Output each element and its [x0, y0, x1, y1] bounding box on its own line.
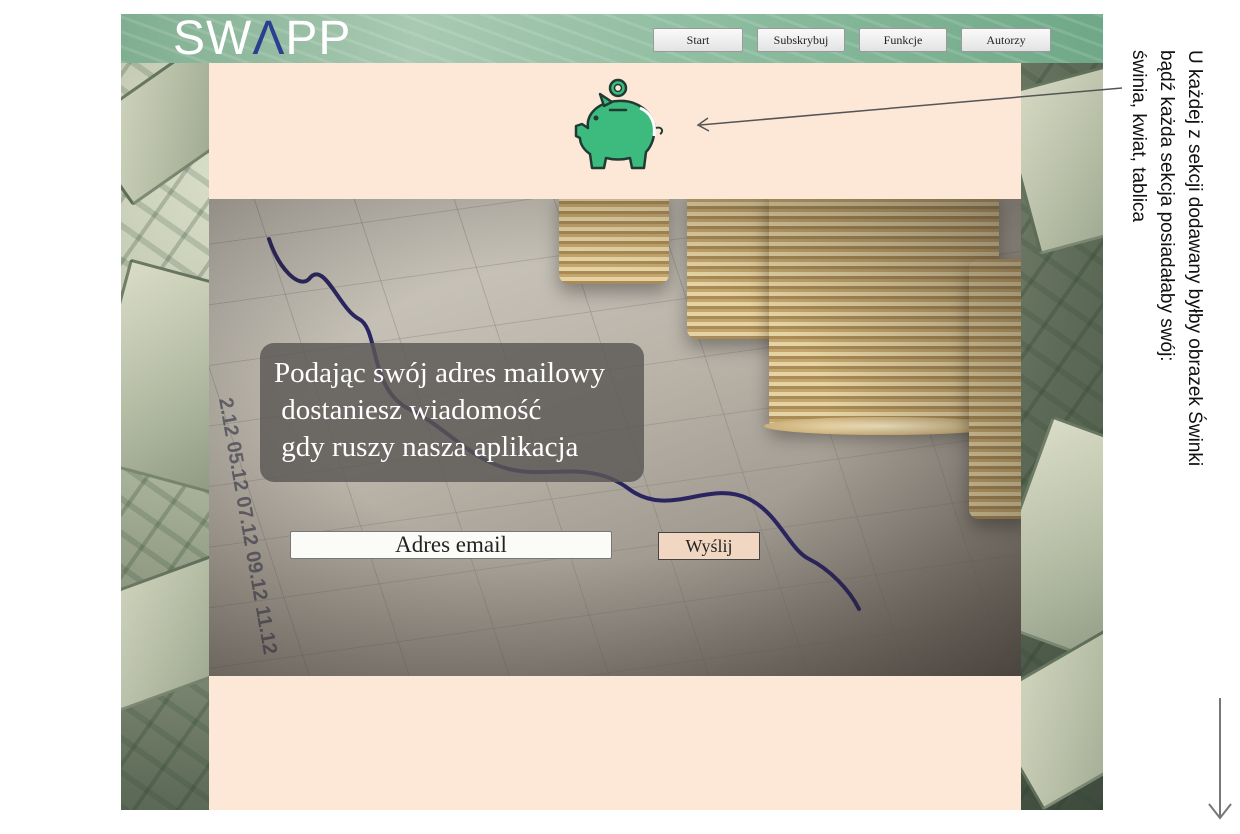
hero-banner: 2.12 05.12 07.12 09.12 11.12 Podając swó… — [209, 199, 1021, 676]
logo-text: SW — [173, 14, 253, 65]
top-nav: Start Subskrybuj Funkcje Autorzy — [653, 28, 1051, 52]
annotation-text: U każdej z sekcji dodawany byłby obrazek… — [1128, 50, 1205, 467]
piggy-bank-icon — [574, 78, 664, 170]
content-panel: 2.12 05.12 07.12 09.12 11.12 Podając swó… — [209, 63, 1021, 810]
nav-features-button[interactable]: Funkcje — [859, 28, 947, 52]
annotation-note: U każdej z sekcji dodawany byłby obrazek… — [1124, 50, 1205, 610]
send-button[interactable]: Wyślij — [658, 532, 760, 560]
subscribe-message: Podając swój adres mailowy dostaniesz wi… — [260, 343, 644, 482]
arrow-down-icon — [1208, 698, 1232, 820]
app-logo[interactable]: SWΛPP — [173, 14, 351, 66]
nav-authors-button[interactable]: Autorzy — [961, 28, 1051, 52]
nav-start-button[interactable]: Start — [653, 28, 743, 52]
logo-accent: Λ — [252, 14, 286, 65]
logo-text-end: PP — [285, 14, 352, 65]
email-input[interactable] — [290, 531, 612, 559]
nav-subscribe-button[interactable]: Subskrybuj — [757, 28, 845, 52]
